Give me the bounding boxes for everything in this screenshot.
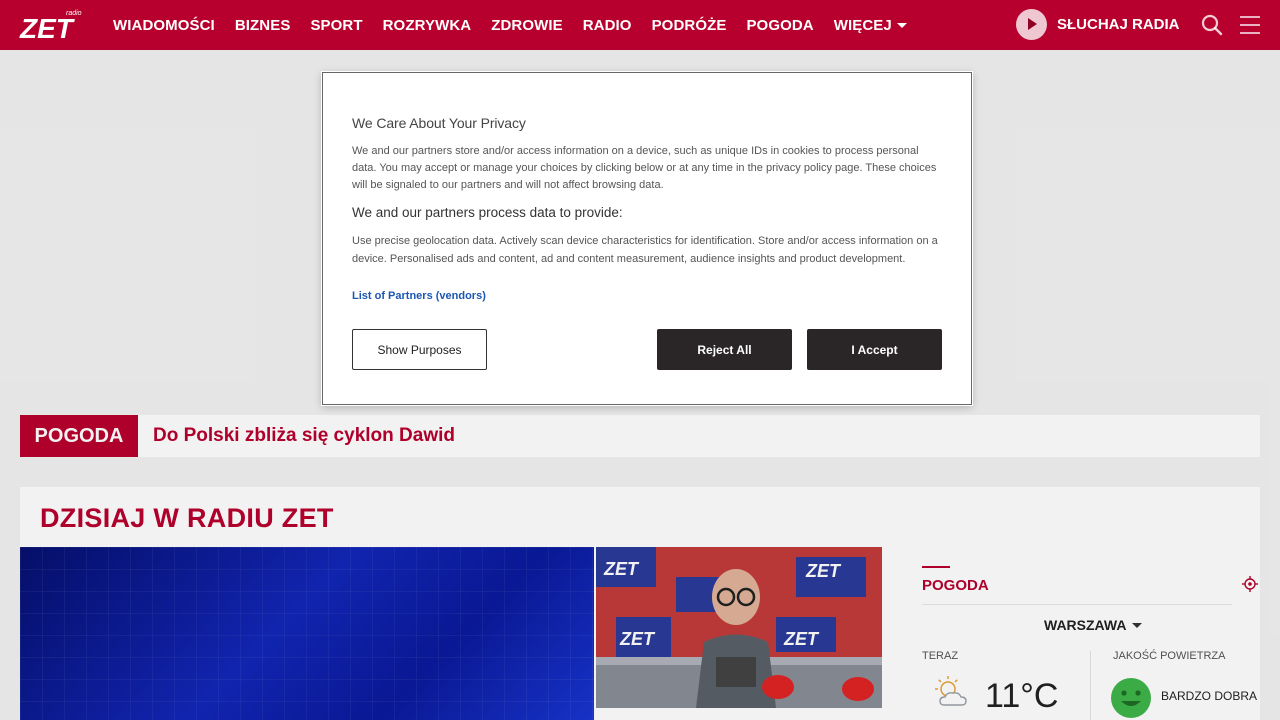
privacy-consent-dialog: We Care About Your Privacy We and our pa… (322, 72, 972, 405)
nav-item-sport[interactable]: SPORT (310, 17, 362, 34)
vendors-link[interactable]: List of Partners (vendors) (352, 290, 486, 302)
hamburger-menu-icon[interactable] (1238, 13, 1262, 37)
nav-item-pogoda[interactable]: POGODA (746, 17, 813, 34)
nav-item-more[interactable]: WIĘCEJ (834, 17, 907, 34)
top-navigation-bar: radio ZET WIADOMOŚCI BIZNES SPORT ROZRYW… (0, 0, 1280, 50)
show-purposes-button[interactable]: Show Purposes (352, 329, 487, 370)
nav-item-podroze[interactable]: PODRÓŻE (652, 17, 727, 34)
nav-more-label: WIĘCEJ (833, 16, 892, 34)
listen-radio-label: SŁUCHAJ RADIA (1057, 16, 1180, 33)
reject-all-button[interactable]: Reject All (657, 329, 792, 370)
accept-button[interactable]: I Accept (807, 329, 942, 370)
play-icon (1016, 9, 1047, 40)
nav-item-wiadomosci[interactable]: WIADOMOŚCI (113, 17, 215, 34)
main-nav: WIADOMOŚCI BIZNES SPORT ROZRYWKA ZDROWIE… (113, 0, 907, 50)
nav-item-radio[interactable]: RADIO (583, 17, 632, 34)
purposes-heading: We and our partners process data to prov… (352, 205, 623, 220)
dialog-title: We Care About Your Privacy (352, 115, 526, 131)
nav-item-rozrywka[interactable]: ROZRYWKA (383, 17, 472, 34)
purposes-text: Use precise geolocation data. Actively s… (352, 235, 938, 265)
logo-text: ZET (19, 13, 76, 42)
listen-radio-button[interactable]: SŁUCHAJ RADIA (1016, 9, 1180, 40)
nav-item-zdrowie[interactable]: ZDROWIE (491, 17, 563, 34)
nav-item-biznes[interactable]: BIZNES (235, 17, 291, 34)
radio-zet-logo[interactable]: radio ZET (18, 8, 92, 42)
dialog-intro-text: We and our partners store and/or access … (352, 145, 937, 192)
chevron-down-icon (896, 22, 907, 28)
search-icon[interactable] (1200, 13, 1224, 37)
